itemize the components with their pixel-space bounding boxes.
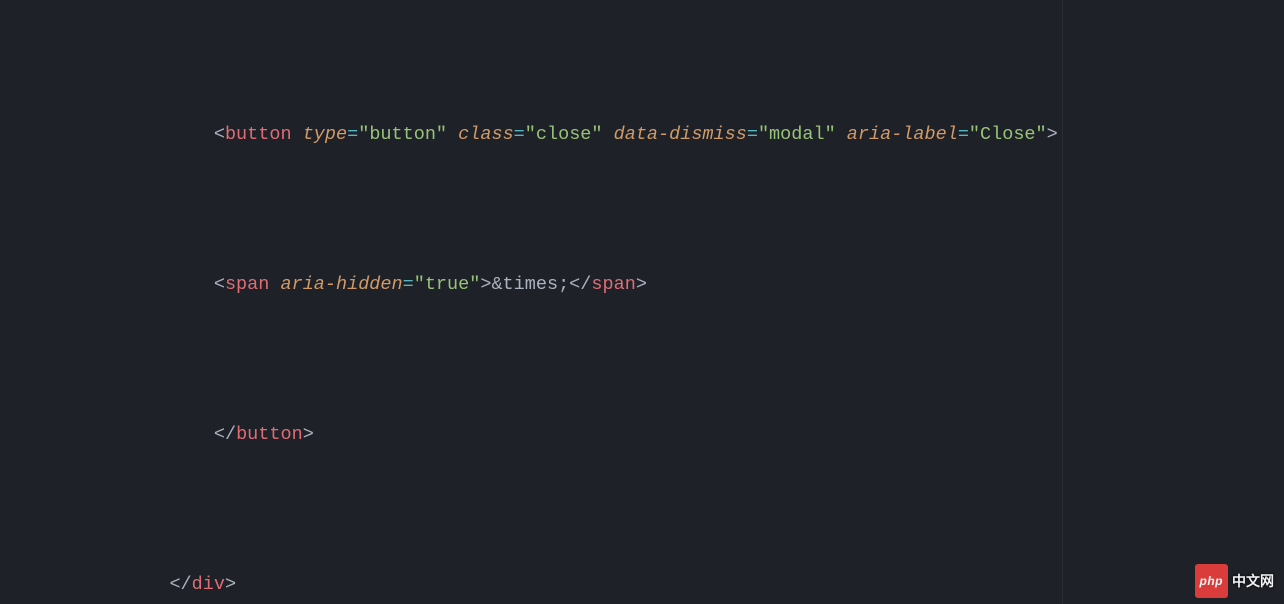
code-editor[interactable]: <button type="button" class="close" data… bbox=[0, 0, 1284, 604]
code-line: </div> bbox=[14, 570, 1284, 600]
watermark: php 中文网 bbox=[1195, 564, 1275, 598]
watermark-logo: php bbox=[1195, 564, 1229, 598]
code-area[interactable]: <button type="button" class="close" data… bbox=[14, 0, 1284, 604]
watermark-text: 中文网 bbox=[1232, 566, 1274, 596]
code-line: </button> bbox=[14, 420, 1284, 450]
code-line: <span aria-hidden="true">&times;</span> bbox=[14, 270, 1284, 300]
gutter bbox=[0, 0, 14, 604]
code-line: <button type="button" class="close" data… bbox=[14, 120, 1284, 150]
